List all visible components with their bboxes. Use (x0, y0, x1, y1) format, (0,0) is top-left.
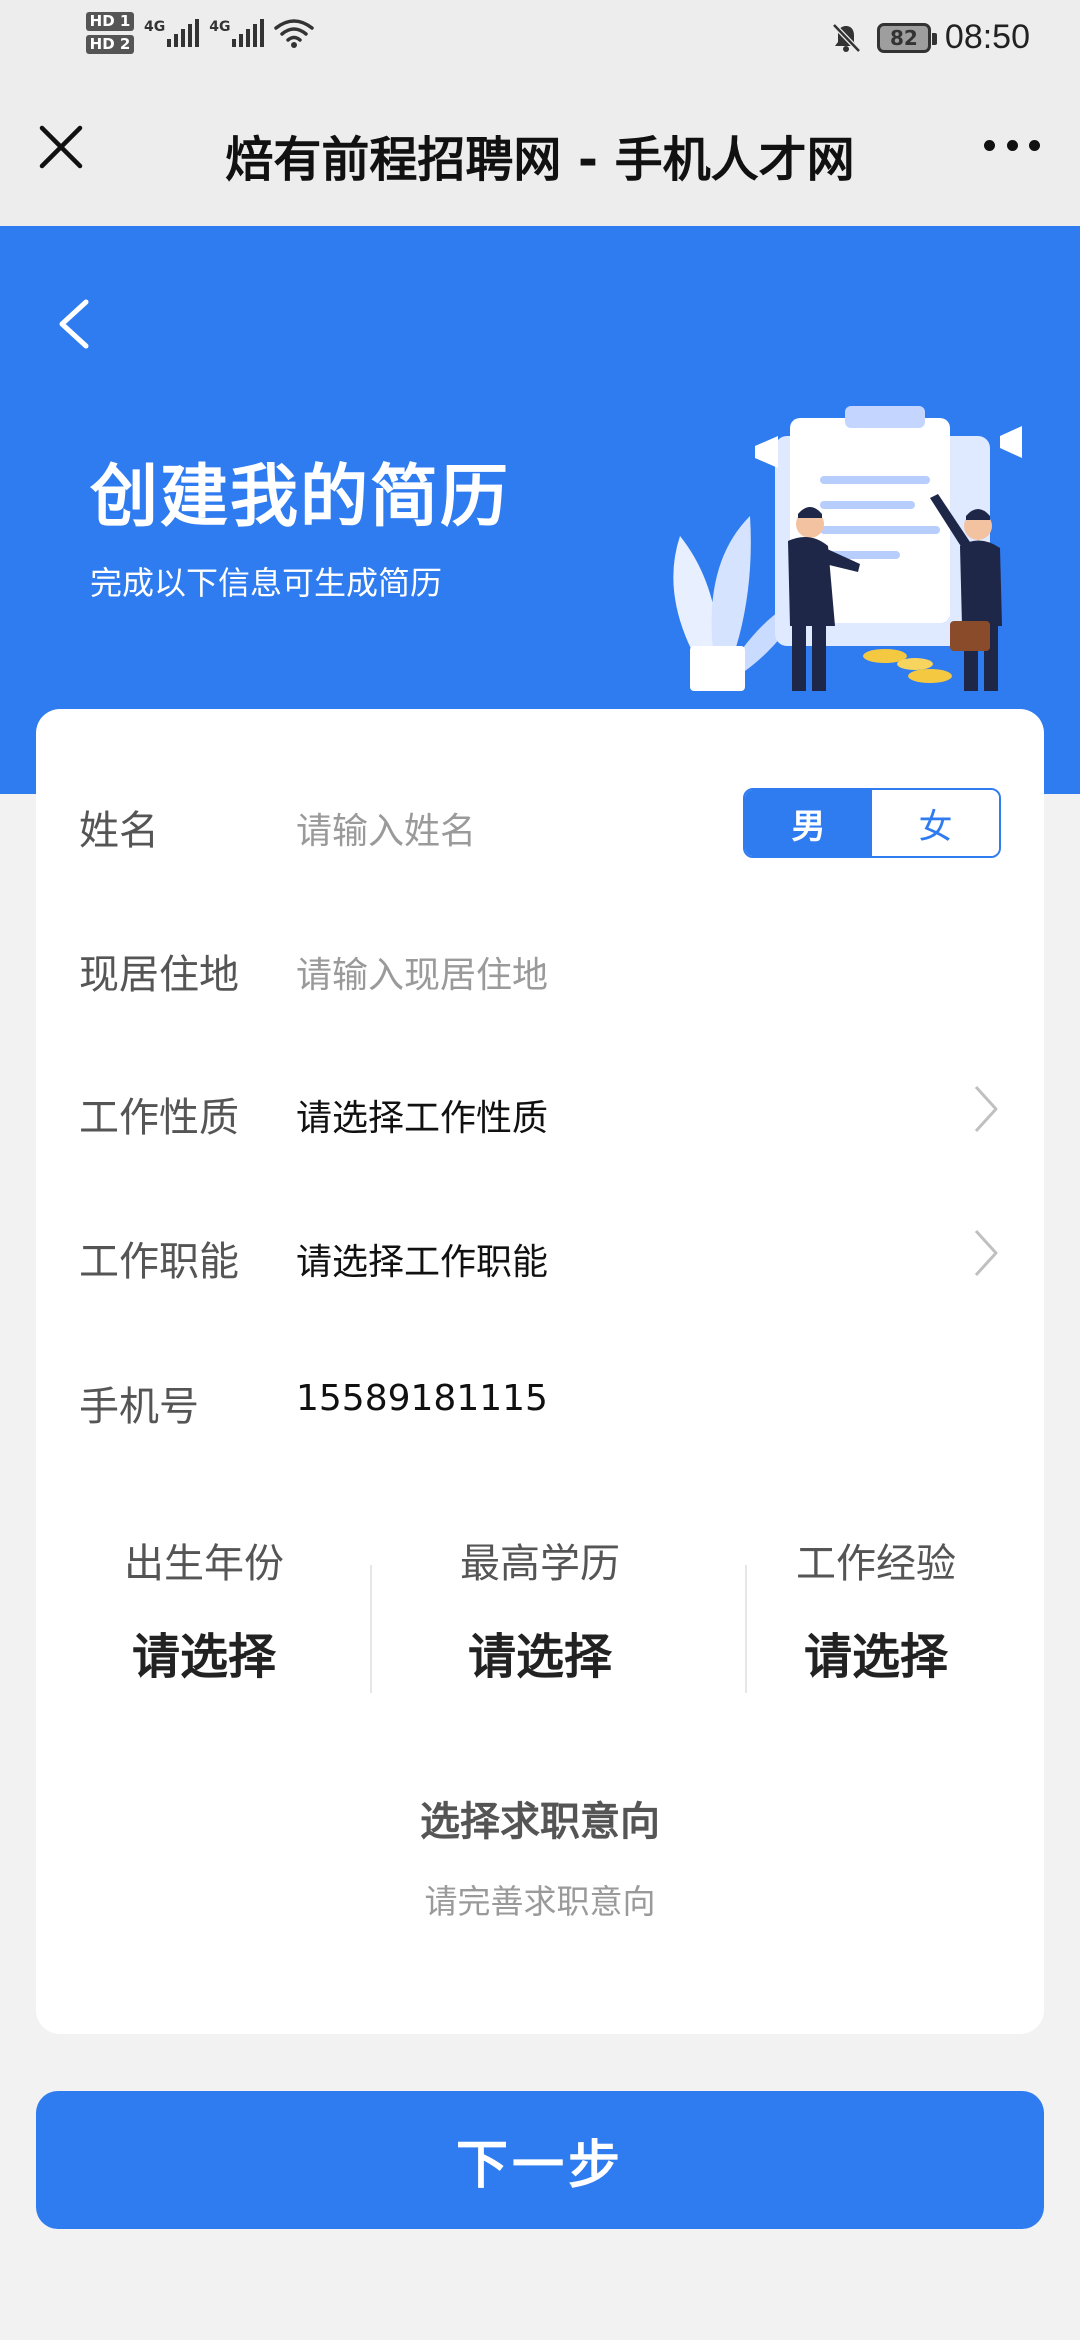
gender-female-option[interactable]: 女 (872, 790, 999, 856)
signal-bars-icon (232, 19, 265, 47)
back-arrow-icon[interactable] (52, 296, 96, 352)
job-intent-title[interactable]: 选择求职意向 (36, 1789, 1044, 1847)
gender-male-option[interactable]: 男 (745, 790, 872, 856)
sim1-badge: HD 1 (86, 12, 134, 31)
dot-icon (1006, 139, 1018, 151)
job-function-row[interactable]: 工作职能 请选择工作职能 (36, 1209, 1044, 1299)
experience-label: 工作经验 (796, 1541, 956, 1587)
dot-icon (984, 139, 995, 151)
residence-label: 现居住地 (79, 952, 239, 998)
status-bar: HD 1 HD 2 4G 4G 82 08:50 (0, 0, 1080, 80)
experience-value[interactable]: 请选择 (708, 1617, 1044, 1687)
status-right: 82 08:50 (829, 18, 1030, 57)
birth-year-selector[interactable]: 出生年份 请选择 (36, 1531, 372, 1711)
signal-1: 4G (144, 19, 200, 47)
name-input[interactable]: 请输入姓名 (296, 802, 476, 854)
next-step-button[interactable]: 下一步 (36, 2091, 1044, 2229)
more-options-button[interactable] (976, 120, 1048, 170)
bell-muted-icon (832, 22, 861, 53)
battery-indicator: 82 (876, 22, 937, 53)
job-type-select[interactable]: 请选择工作性质 (296, 1089, 548, 1141)
status-time: 08:50 (944, 18, 1030, 56)
education-value[interactable]: 请选择 (372, 1617, 708, 1687)
residence-row: 现居住地 请输入现居住地 (36, 922, 1044, 1012)
selector-group: 出生年份 请选择 最高学历 请选择 工作经验 请选择 (36, 1531, 1044, 1711)
gender-toggle: 男 女 (743, 788, 1001, 858)
resume-illustration (673, 406, 1022, 691)
chevron-right-icon (974, 1229, 998, 1277)
phone-row: 手机号 15589181115 (36, 1354, 1044, 1444)
job-function-select[interactable]: 请选择工作职能 (296, 1233, 548, 1285)
signal-2: 4G (209, 19, 265, 47)
resume-form-card: 姓名 请输入姓名 男 女 现居住地 请输入现居住地 工作性质 请选择工作性质 工… (36, 709, 1044, 2034)
title-bar: 焙有前程招聘网 - 手机人才网 (0, 80, 1080, 226)
birth-year-value[interactable]: 请选择 (36, 1617, 372, 1687)
job-intent-subtitle[interactable]: 请完善求职意向 (36, 1875, 1044, 1923)
wifi-icon (274, 19, 315, 48)
sim-indicators: HD 1 HD 2 (86, 12, 134, 54)
experience-selector[interactable]: 工作经验 请选择 (708, 1531, 1044, 1711)
phone-input[interactable]: 15589181115 (296, 1378, 548, 1419)
chevron-right-icon (974, 1085, 998, 1133)
residence-input[interactable]: 请输入现居住地 (296, 946, 548, 998)
hero-title: 创建我的简历 (90, 458, 511, 537)
education-label: 最高学历 (460, 1541, 620, 1587)
job-type-label: 工作性质 (79, 1095, 239, 1141)
network-type-1: 4G (144, 19, 166, 35)
dot-icon (1029, 139, 1040, 151)
hero-subtitle: 完成以下信息可生成简历 (90, 564, 443, 602)
phone-label: 手机号 (79, 1384, 199, 1430)
job-type-row[interactable]: 工作性质 请选择工作性质 (36, 1065, 1044, 1155)
job-function-label: 工作职能 (79, 1239, 239, 1285)
page-title: 焙有前程招聘网 - 手机人才网 (225, 132, 855, 188)
sim2-badge: HD 2 (86, 35, 134, 54)
network-type-2: 4G (209, 19, 231, 35)
education-selector[interactable]: 最高学历 请选择 (372, 1531, 708, 1711)
signal-bars-icon (167, 19, 200, 47)
close-icon[interactable] (36, 122, 86, 172)
name-label: 姓名 (79, 808, 159, 854)
birth-year-label: 出生年份 (124, 1541, 284, 1587)
status-left: HD 1 HD 2 4G 4G (86, 12, 315, 54)
